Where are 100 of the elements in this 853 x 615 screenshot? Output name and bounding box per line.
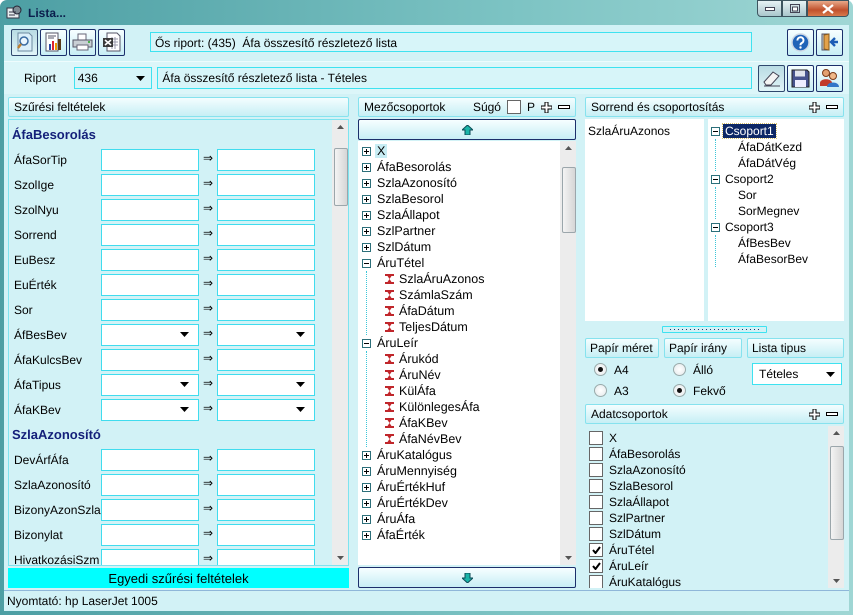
from-input[interactable]	[101, 548, 199, 565]
expand-icon[interactable]	[362, 226, 371, 236]
scroll-down-icon[interactable]	[336, 556, 344, 560]
tree-node[interactable]: ÁruKatalógus	[375, 448, 454, 462]
tree-node[interactable]: SzlPartner	[375, 224, 438, 238]
group-field[interactable]: ÁfBesBev	[738, 236, 791, 250]
dropdown-arrow-icon[interactable]	[180, 332, 189, 337]
tree-leaf[interactable]: TeljesDátum	[399, 320, 468, 334]
report-button[interactable]	[40, 28, 67, 56]
group-node[interactable]: Csoport1	[723, 124, 776, 138]
checkbox[interactable]	[589, 463, 603, 477]
tree-node[interactable]: ÁfaÉrték	[375, 528, 427, 542]
collapse-icon[interactable]	[711, 174, 720, 184]
expand-icon[interactable]	[362, 146, 371, 156]
to-input[interactable]	[217, 524, 315, 546]
tree-leaf[interactable]: ÁfaNévBev	[399, 432, 462, 446]
group-field[interactable]: ÁfaDátKezd	[738, 140, 802, 154]
plus-icon[interactable]	[541, 102, 552, 112]
expand-icon[interactable]	[362, 530, 371, 540]
from-input[interactable]	[101, 498, 199, 520]
move-up-button[interactable]	[358, 119, 576, 140]
tree-node[interactable]: SzlaAzonosító	[375, 176, 459, 190]
tree-leaf[interactable]: ÁfaDátum	[399, 304, 455, 318]
group-node[interactable]: Csoport3	[723, 220, 776, 234]
group-field[interactable]: SorMegnev	[738, 204, 800, 218]
tree-leaf[interactable]: ÁruNév	[399, 368, 441, 382]
from-input[interactable]	[101, 348, 199, 370]
scroll-thumb[interactable]	[334, 148, 348, 206]
checkbox[interactable]	[589, 543, 603, 557]
tree-node[interactable]: ÁruÉrtékHuf	[375, 480, 448, 494]
to-input[interactable]	[217, 548, 315, 565]
expand-icon[interactable]	[362, 482, 371, 492]
checkbox[interactable]	[589, 431, 603, 445]
radio-button[interactable]	[594, 384, 607, 397]
scrollbar[interactable]	[828, 426, 844, 588]
to-input[interactable]	[217, 174, 315, 196]
collapse-icon[interactable]	[362, 258, 371, 268]
dropdown-arrow-icon[interactable]	[136, 76, 146, 80]
collapse-icon[interactable]	[362, 338, 371, 348]
to-input[interactable]	[217, 274, 315, 296]
from-input[interactable]	[101, 224, 199, 246]
checkbox[interactable]	[589, 479, 603, 493]
users-button[interactable]	[816, 64, 844, 92]
option-header[interactable]: Papír méret	[585, 338, 659, 358]
move-down-button[interactable]	[358, 567, 576, 588]
checkbox[interactable]	[589, 511, 603, 525]
exit-button[interactable]	[816, 28, 843, 56]
tree-leaf[interactable]: SzlaÁruAzonos	[399, 272, 484, 286]
to-input[interactable]	[217, 198, 315, 220]
splitter-handle[interactable]	[662, 326, 767, 333]
expand-icon[interactable]	[362, 210, 371, 220]
to-input[interactable]	[217, 498, 315, 520]
from-input[interactable]	[101, 448, 199, 470]
option-header[interactable]: Papír irány	[664, 338, 742, 358]
tree-node[interactable]: SzlaÁllapot	[375, 208, 442, 222]
tree-node[interactable]: X	[375, 144, 388, 158]
to-input[interactable]	[217, 148, 315, 170]
dropdown-arrow-icon[interactable]	[296, 332, 305, 337]
tree-node[interactable]: ÁruÁfa	[375, 512, 418, 526]
group-field[interactable]: ÁfaBesorBev	[738, 252, 808, 266]
scroll-thumb[interactable]	[830, 446, 844, 540]
maximize-button[interactable]	[782, 0, 807, 17]
to-input[interactable]	[217, 474, 315, 496]
from-input[interactable]	[101, 174, 199, 196]
list-type-dropdown[interactable]: Tételes	[752, 363, 842, 385]
to-input[interactable]	[217, 348, 315, 370]
minus-icon[interactable]	[826, 105, 838, 109]
to-input[interactable]	[217, 448, 315, 470]
expand-icon[interactable]	[362, 466, 371, 476]
group-field[interactable]: ÁfaDátVég	[738, 156, 796, 170]
collapse-icon[interactable]	[711, 126, 720, 136]
checkbox[interactable]	[589, 575, 603, 588]
plus-icon[interactable]	[809, 408, 820, 420]
from-input[interactable]	[101, 524, 199, 546]
minimize-button[interactable]	[757, 0, 782, 17]
help-button[interactable]	[787, 28, 814, 56]
expand-icon[interactable]	[362, 498, 371, 508]
tree-leaf[interactable]: ÁfaKBev	[399, 416, 448, 430]
from-input[interactable]	[101, 274, 199, 296]
print-button[interactable]	[69, 28, 96, 56]
checkbox[interactable]	[589, 495, 603, 509]
minus-icon[interactable]	[558, 105, 570, 109]
minus-icon[interactable]	[826, 412, 838, 416]
group-node[interactable]: Csoport2	[723, 172, 776, 186]
scroll-down-icon[interactable]	[832, 579, 840, 583]
plus-icon[interactable]	[809, 102, 820, 112]
dropdown-arrow-icon[interactable]	[296, 407, 305, 412]
export-button[interactable]	[98, 28, 125, 56]
tree-leaf[interactable]: Árukód	[399, 352, 439, 366]
scroll-up-icon[interactable]	[564, 146, 572, 150]
radio-button[interactable]	[594, 363, 607, 376]
from-input[interactable]	[101, 474, 199, 496]
tree-node[interactable]: ÁruTétel	[375, 256, 426, 270]
expand-icon[interactable]	[362, 178, 371, 188]
to-input[interactable]	[217, 224, 315, 246]
tree-leaf[interactable]: SzámlaSzám	[399, 288, 473, 302]
checkbox[interactable]	[589, 527, 603, 541]
tree-leaf[interactable]: KülönlegesÁfa	[399, 400, 480, 414]
checkbox[interactable]	[589, 447, 603, 461]
sort-field[interactable]: SzlaÁruAzonos	[588, 124, 670, 138]
